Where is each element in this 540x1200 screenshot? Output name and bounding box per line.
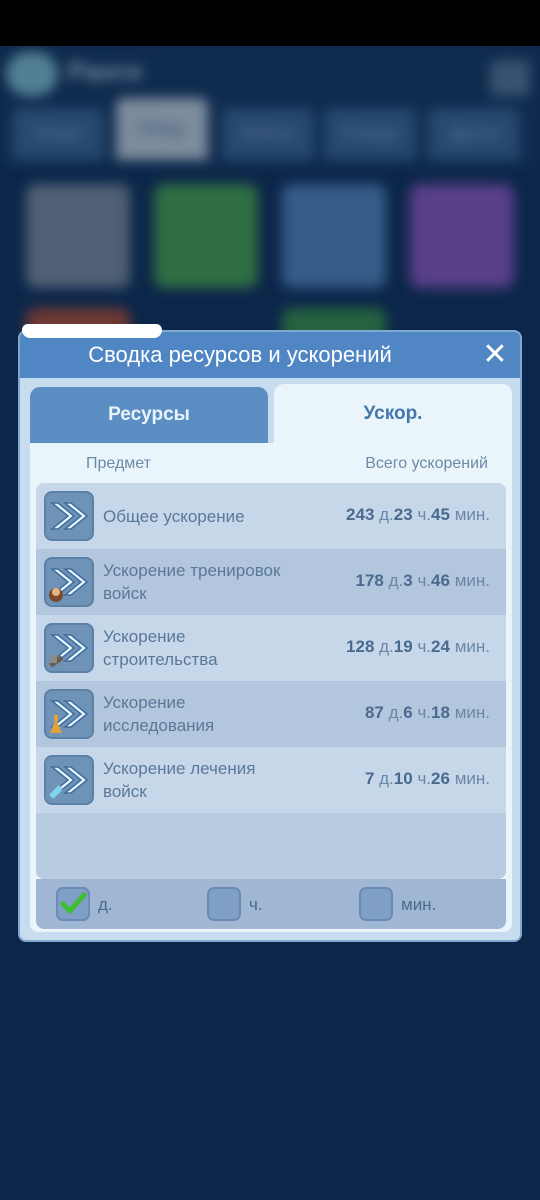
column-header-total: Всего ускорений: [365, 455, 488, 472]
item-total: 87 д.6 ч.18 мин.: [364, 703, 490, 722]
general-speedup-icon: [44, 491, 94, 541]
speedups-panel: Предмет Всего ускорений Общее ускорение …: [30, 443, 512, 932]
item-label: Ускорение строительства: [103, 627, 218, 669]
list-item: Ускорение строительства 128 д.19 ч.24 ми…: [36, 615, 506, 681]
speedups-list: Общее ускорение 243 д.23 ч.45 мин. Ускор…: [36, 483, 506, 879]
training-speedup-icon: [44, 557, 94, 607]
list-item: Ускорение исследования 87 д.6 ч.18 мин.: [36, 681, 506, 747]
item-label: Ускорение исследования: [103, 693, 215, 735]
list-item: Ускорение тренировок войск 178 д.3 ч.46 …: [36, 549, 506, 615]
checkmark-icon: [60, 892, 87, 914]
item-label: Ускорение тренировок войск: [103, 561, 281, 603]
construction-speedup-icon: [44, 623, 94, 673]
status-bar: [0, 0, 540, 46]
healing-speedup-icon: [44, 755, 94, 805]
speedups-summary-dialog: Сводка ресурсов и ускорений ✕ Ресурсы Ус…: [18, 324, 522, 942]
item-total: 7 д.10 ч.26 мин.: [364, 769, 490, 788]
close-icon[interactable]: ✕: [478, 338, 512, 372]
item-label: Общее ускорение: [103, 507, 245, 526]
checkbox-hours-label: ч.: [249, 895, 263, 914]
column-header-item: Предмет: [86, 455, 151, 472]
item-label: Ускорение лечения войск: [103, 759, 256, 801]
item-total: 128 д.19 ч.24 мин.: [346, 637, 490, 656]
list-item: Общее ускорение 243 д.23 ч.45 мин.: [36, 483, 506, 549]
dialog-header: Сводка ресурсов и ускорений ✕: [20, 324, 520, 378]
tab-resources[interactable]: Ресурсы: [30, 387, 268, 443]
unit-filter-bar: д. ч. мин.: [36, 879, 506, 929]
research-speedup-icon: [44, 689, 94, 739]
tab-speedups[interactable]: Ускор.: [274, 384, 512, 444]
checkbox-minutes[interactable]: [359, 887, 393, 921]
checkbox-hours[interactable]: [207, 887, 241, 921]
item-total: 243 д.23 ч.45 мин.: [346, 505, 490, 524]
item-total: 178 д.3 ч.46 мин.: [355, 571, 490, 590]
dialog-title: Сводка ресурсов и ускорений: [88, 342, 392, 367]
checkbox-days-label: д.: [98, 895, 113, 914]
checkbox-minutes-label: мин.: [401, 895, 437, 914]
list-item: Ускорение лечения войск 7 д.10 ч.26 мин.: [36, 747, 506, 813]
checkbox-days[interactable]: [56, 887, 90, 921]
